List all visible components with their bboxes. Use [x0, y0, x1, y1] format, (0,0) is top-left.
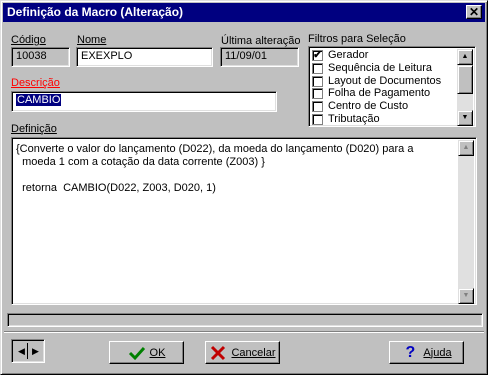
- nome-label: Nome: [77, 34, 107, 46]
- record-navigator: ◀ ▶: [11, 339, 45, 363]
- help-label: Ajuda: [423, 346, 452, 359]
- descricao-label: Descrição: [11, 77, 60, 89]
- filtro-item-label: Folha de Pagamento: [328, 87, 431, 100]
- cancel-label: Cancelar: [231, 346, 276, 359]
- definicao-line: {Converte o valor do lançamento (D022), …: [16, 143, 414, 155]
- filtro-item-label: Sequência de Leitura: [328, 61, 432, 74]
- filtro-item-label: Tributação: [328, 113, 380, 125]
- descricao-input[interactable]: CAMBIO: [11, 91, 277, 112]
- separator: [4, 331, 484, 333]
- checkbox[interactable]: [312, 62, 323, 74]
- codigo-field: 10038: [11, 47, 70, 67]
- descricao-value: CAMBIO: [16, 94, 62, 106]
- checkbox[interactable]: [312, 75, 323, 87]
- filtro-item-label: Centro de Custo: [328, 100, 409, 113]
- ok-button[interactable]: OK: [109, 341, 184, 364]
- cancel-button[interactable]: Cancelar: [205, 341, 280, 364]
- filtros-list[interactable]: ✔ Gerador Sequência de Leitura Layout de Do…: [308, 46, 476, 127]
- green-check-icon: [128, 346, 145, 360]
- definicao-scrollbar[interactable]: ▲ ▼: [458, 140, 474, 304]
- ok-label: OK: [149, 346, 166, 359]
- definicao-label: Definição: [11, 123, 57, 135]
- ultima-alteracao-label: Última alteração: [221, 35, 301, 47]
- checkbox[interactable]: ✔: [312, 50, 323, 61]
- scroll-up-arrow-icon[interactable]: ▲: [458, 140, 474, 156]
- checkbox[interactable]: [312, 88, 323, 100]
- filtros-label: Filtros para Seleção: [308, 33, 406, 45]
- definicao-line: retorna CAMBIO(D022, Z003, D020, 1): [16, 182, 216, 194]
- help-button[interactable]: ? Ajuda: [389, 341, 464, 364]
- scroll-thumb[interactable]: [457, 65, 473, 94]
- filtros-scrollbar[interactable]: ▲ ▼: [457, 49, 473, 126]
- scroll-up-arrow-icon[interactable]: ▲: [457, 49, 473, 65]
- definicao-line: [16, 169, 413, 182]
- scroll-down-arrow-icon[interactable]: ▼: [457, 110, 473, 126]
- question-mark-icon: ?: [405, 343, 416, 361]
- ultima-alteracao-field: 11/09/01: [220, 47, 299, 67]
- status-bar: [7, 313, 483, 327]
- codigo-label-text: Código: [11, 34, 46, 46]
- title-bar[interactable]: Definição da Macro (Alteração) ✕: [3, 3, 485, 22]
- close-button[interactable]: ✕: [466, 5, 482, 19]
- window-title: Definição da Macro (Alteração): [7, 5, 184, 19]
- definicao-text: {Converte o valor do lançamento (D022), …: [16, 143, 413, 195]
- ultima-alteracao-value: 11/09/01: [225, 50, 268, 62]
- filtro-item-label: Gerador: [328, 49, 369, 61]
- navigator-divider: [27, 343, 28, 359]
- scroll-down-arrow-icon[interactable]: ▼: [458, 288, 474, 304]
- dialog-window: Definição da Macro (Alteração) ✕ Código …: [0, 0, 488, 375]
- codigo-label: Código: [11, 34, 46, 46]
- definicao-textarea[interactable]: {Converte o valor do lançamento (D022), …: [11, 137, 477, 305]
- nome-value: EXEXPLO: [81, 50, 133, 62]
- checkbox[interactable]: [312, 114, 323, 125]
- filtro-item-label: Layout de Documentos: [328, 74, 442, 87]
- definicao-line: moeda 1 com a cotação da data corrente (…: [16, 156, 265, 168]
- nome-input[interactable]: EXEXPLO: [76, 47, 213, 67]
- checkbox[interactable]: [312, 101, 323, 113]
- codigo-value: 10038: [16, 50, 47, 62]
- next-arrow-icon[interactable]: ▶: [29, 343, 42, 359]
- red-x-icon: [211, 345, 226, 360]
